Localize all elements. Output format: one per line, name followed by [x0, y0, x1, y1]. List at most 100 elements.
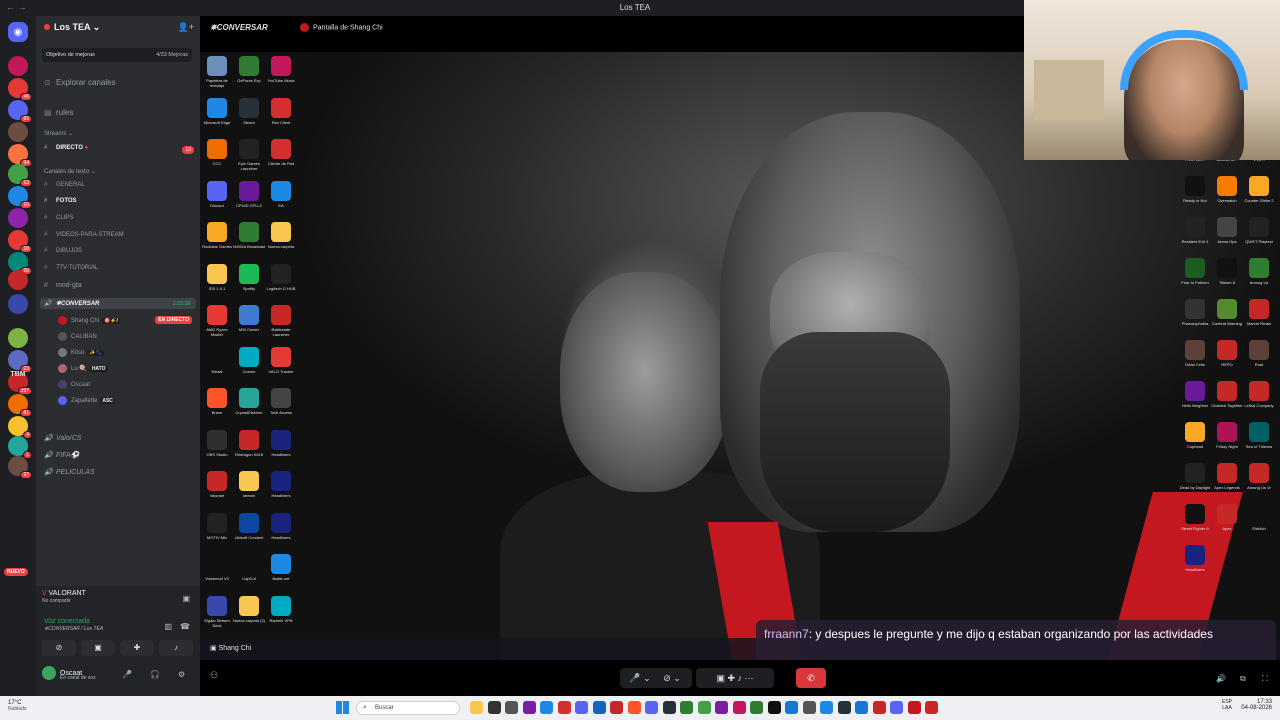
desktop-icon[interactable]: Counter-Strike 2 — [1242, 176, 1276, 203]
desktop-icon[interactable]: Medal — [200, 346, 234, 374]
mic-icon[interactable]: 🎤 — [122, 670, 132, 679]
desktop-icon[interactable]: Overwatch — [1210, 176, 1244, 203]
desktop-icon[interactable]: Chained Together — [1210, 381, 1244, 408]
explore-channels[interactable]: ⊙ Explorar canales — [44, 78, 116, 87]
desktop-icon[interactable]: REPO — [1210, 340, 1244, 367]
desktop-icon[interactable]: Nueva carpeta (2) — [232, 595, 266, 623]
channel-item[interactable]: #7TV-TUTORIAL — [44, 265, 98, 271]
desktop-icon[interactable]: Epic Games Launcher — [232, 139, 266, 171]
taskbar-app-icon[interactable] — [715, 701, 728, 714]
desktop-icon[interactable]: Microsoft Edge — [200, 97, 234, 125]
desktop-icon[interactable]: Cliente de Riot — [264, 139, 298, 166]
taskbar-app-icon[interactable] — [750, 701, 763, 714]
desktop-icon[interactable]: Headliners — [1178, 545, 1212, 572]
voice-channel[interactable]: 🔊 PELICULAS — [44, 468, 95, 476]
desktop-icon[interactable]: Dead Cells — [1178, 340, 1212, 367]
desktop-icon[interactable]: Headliners — [264, 429, 298, 457]
channel-directo[interactable]: # DIRECTO ● — [44, 145, 88, 151]
voice-channel[interactable]: 🔊 FIFA⚽ — [44, 451, 79, 459]
desktop-icon[interactable]: Among Us — [1242, 258, 1276, 285]
taskbar-app-icon[interactable] — [557, 701, 571, 714]
desktop-icon[interactable]: Eldritch — [1242, 504, 1276, 531]
server-icon[interactable]: 26 — [8, 252, 32, 275]
server-icon[interactable]: 13 — [8, 164, 32, 187]
desktop-icon[interactable]: Steam — [232, 97, 266, 125]
voice-user[interactable]: Lu 🍭 HATO — [58, 364, 108, 373]
discord-home-icon[interactable]: ◉ — [8, 22, 28, 42]
desktop-icon[interactable]: CrystalDiskInfo — [232, 388, 266, 415]
server-icon[interactable] — [8, 294, 28, 314]
desktop-icon[interactable]: Discord — [200, 180, 234, 208]
desktop-icon[interactable]: Fear to Fathom — [1178, 258, 1212, 285]
desktop-icon[interactable]: Papelera de reciclaje — [200, 56, 234, 88]
desktop-icon[interactable]: Rockstar Games — [200, 222, 234, 249]
desktop-icon[interactable]: YouTube Music — [264, 56, 298, 83]
desktop-icon[interactable]: OBS Studio — [200, 429, 234, 457]
desktop-icon[interactable]: IDS 1.0.1 — [200, 263, 234, 291]
windows-start-icon[interactable] — [336, 701, 349, 714]
desktop-icon[interactable]: Marvel Rivals — [1242, 299, 1276, 326]
desktop-icon[interactable]: Headliners — [264, 471, 298, 498]
noise-suppression-icon[interactable]: ▥ — [164, 622, 172, 631]
desktop-icon[interactable]: Apex — [1210, 504, 1244, 531]
desktop-icon[interactable]: Tekken 8 — [1210, 258, 1244, 285]
desktop-icon[interactable]: Cosmo — [232, 346, 266, 374]
server-folder-tbm[interactable]: TBM — [8, 364, 28, 384]
desktop-icon[interactable]: Logitech G HUB — [264, 263, 298, 291]
screen-share-icon[interactable]: ▣ — [182, 594, 190, 603]
server-name[interactable]: Los TEA ⌄ — [44, 22, 100, 33]
taskbar-app-icon[interactable] — [487, 701, 501, 714]
server-icon[interactable]: 97 — [8, 456, 32, 479]
desktop-icon[interactable]: Elgato Stream Deck — [200, 595, 234, 628]
taskbar-app-icon[interactable] — [837, 701, 851, 714]
taskbar-app-icon[interactable] — [645, 701, 658, 714]
user-settings-icon[interactable]: ⚇ — [210, 670, 218, 681]
desktop-icon[interactable]: Friday Night — [1210, 422, 1244, 449]
server-icon[interactable] — [8, 328, 28, 348]
server-icon[interactable] — [8, 122, 28, 142]
desktop-icon[interactable]: GeForce Exp — [232, 56, 266, 83]
taskbar-app-icon[interactable] — [575, 701, 588, 714]
taskbar-app-icon[interactable] — [662, 701, 676, 714]
desktop-icon[interactable]: CapCut — [232, 554, 266, 581]
desktop-icon[interactable]: Ubisoft Connect — [232, 512, 266, 540]
volume-icon[interactable]: 🔊 — [1216, 674, 1226, 683]
server-icon[interactable] — [8, 56, 28, 76]
desktop-icon[interactable]: Cuphead — [1178, 422, 1212, 449]
desktop-icon[interactable]: MOTIV Mix — [200, 512, 234, 540]
current-user[interactable]: Oscaat En canal de voz — [42, 666, 96, 681]
taskbar-app-icon[interactable] — [767, 701, 781, 714]
desktop-icon[interactable]: Nueva carpeta — [264, 222, 298, 249]
desktop-icon[interactable]: Riot Client — [264, 97, 298, 125]
server-icon[interactable]: 4 — [8, 416, 32, 439]
weather-widget[interactable]: 17°C Nublado — [8, 700, 27, 712]
voice-user[interactable]: Shang Chi 🎯⚡/ — [58, 316, 120, 325]
voice-connected[interactable]: Voz conectada ✵CONVERSAR / Los TEA — [44, 618, 103, 632]
desktop-icon[interactable]: Rust — [1242, 340, 1276, 367]
settings-icon[interactable]: ⚙ — [178, 670, 185, 679]
taskbar-app-icon[interactable] — [925, 701, 938, 714]
desktop-icon[interactable]: Lethal Company — [1242, 381, 1276, 408]
leave-call-button[interactable]: ✆ — [796, 668, 826, 688]
desktop-icon[interactable]: Ready or Not — [1178, 176, 1212, 203]
server-icon[interactable]: 18 — [8, 230, 32, 253]
desktop-icon[interactable]: Arena Ops — [1210, 217, 1244, 244]
desktop-icon[interactable]: Spotify — [232, 263, 266, 291]
server-icon[interactable]: 66 — [8, 100, 32, 123]
desktop-icon[interactable]: Voicemod V3 — [200, 554, 234, 581]
disconnect-icon[interactable]: ☎ — [180, 622, 190, 631]
headphones-icon[interactable]: 🎧 — [150, 670, 160, 679]
desktop-icon[interactable]: Valorant — [200, 471, 234, 498]
camera-toggle-button[interactable]: ⊘ ⌄ — [652, 668, 692, 688]
server-icon[interactable]: 1 — [8, 436, 32, 459]
desktop-icon[interactable]: NVIDIA Broadcast — [232, 222, 266, 249]
channel-item[interactable]: # FOTOS — [44, 198, 77, 204]
desktop-icon[interactable]: Redragon K618 — [232, 429, 266, 457]
soundboard-button[interactable]: ♪ — [159, 640, 193, 656]
taskbar-app-icon[interactable] — [610, 701, 623, 714]
server-icon[interactable]: 46 — [8, 78, 32, 101]
taskbar-app-icon[interactable] — [522, 701, 536, 714]
taskbar-app-icon[interactable] — [785, 701, 798, 714]
server-icon[interactable]: 94 — [8, 144, 32, 167]
desktop-icon[interactable]: Headliners — [264, 512, 298, 540]
